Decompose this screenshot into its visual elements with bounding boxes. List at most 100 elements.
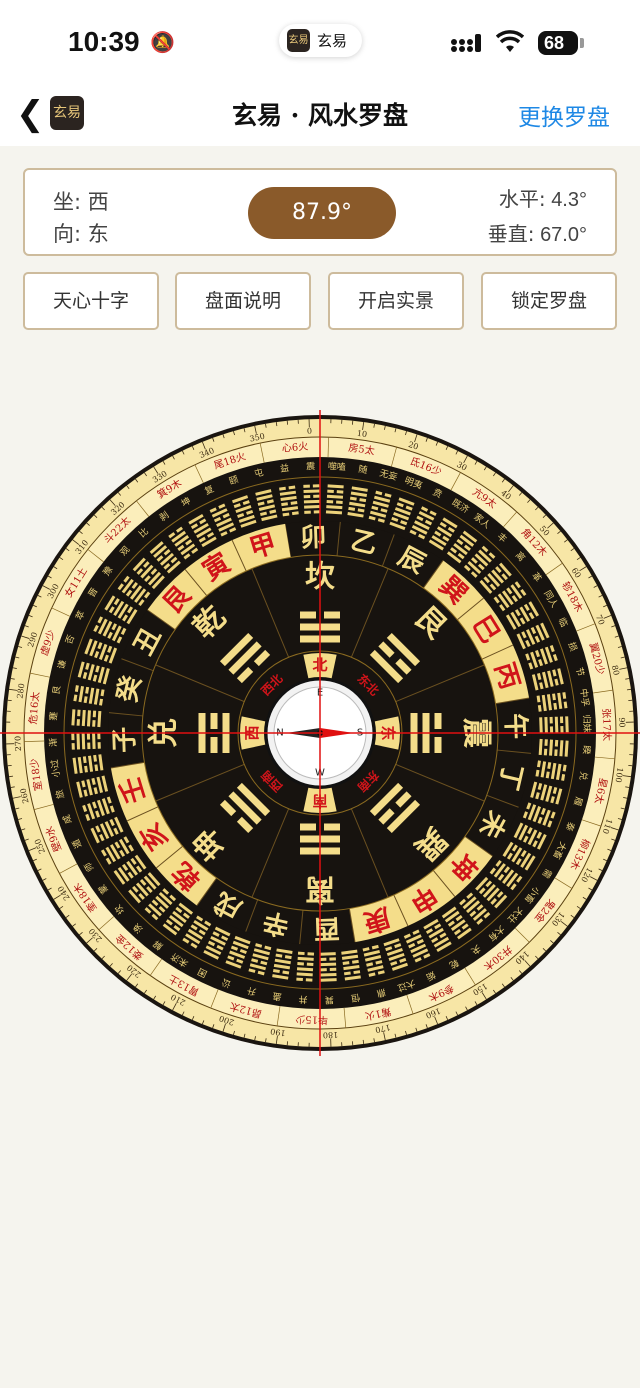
battery-cap [580,38,584,48]
yin-bar [87,742,91,750]
luopan-compass[interactable]: 0 102030405060708090100110120130140150160… [0,410,640,1056]
hexagram-line [539,717,543,734]
battery-icon: 68 [538,31,578,55]
yin-bar [307,952,315,956]
hexagram-line [320,972,337,977]
yin-bar [297,962,304,966]
hexagram-name: 归妹 [581,714,594,732]
heading-badge: 87.9° [248,187,396,239]
yin-bar [554,739,559,747]
yin-bar [336,490,344,494]
degree-label: 270 [13,736,23,752]
lock-compass-button[interactable]: 锁定罗盘 [481,272,617,330]
yang-bar [565,716,569,733]
hexagram-line [554,716,559,733]
yang-bar [320,962,337,967]
sit-value: 西 [87,190,109,214]
hexagram-name: 蛊 [272,990,283,1002]
cellular-signal-icon [451,34,481,52]
action-buttons: 天心十字 盘面说明 开启实景 锁定罗盘 [23,272,617,330]
level-value: 4.3° [551,189,587,211]
yin-bar [434,713,442,729]
back-icon[interactable]: ❮ [16,94,45,134]
yin-bar [313,494,320,498]
yin-bar [329,957,336,961]
reading-card: 坐: 西 向: 东 87.9° 水平: 4.3° 垂直: 67.0° [23,168,617,256]
live-view-button[interactable]: 开启实景 [328,272,464,330]
status-time: 10:39 [68,26,140,57]
yin-bar [77,709,81,717]
yang-bar [81,733,86,750]
yang-bar [303,499,320,504]
yang-bar [92,732,96,749]
mountain-label: 酉 [313,912,340,943]
degree-label: 90 [617,717,626,727]
yin-bar [320,968,327,972]
mansion-label: 心6火 [281,440,308,454]
yin-bar [559,716,564,724]
yin-bar [306,962,314,967]
mountain-label: 卯 [300,523,327,554]
hexagram-name: 井 [298,993,308,1006]
status-bar: 10:39 🔕 玄易 玄易 68 [0,0,640,86]
yin-bar [543,748,548,756]
hexagram-line [544,717,548,734]
degree-label: 180 [323,1030,339,1040]
face-label: 向: [53,222,82,246]
bell-muted-icon: 🔕 [150,30,175,54]
crosshair-button[interactable]: 天心十字 [23,272,159,330]
mountain-label: 子 [110,726,141,753]
yin-bar [296,977,303,982]
yin-bar [97,742,101,749]
yang-bar [539,717,543,734]
yang-bar [554,716,559,733]
nav-bar: ❮ 玄易 玄易 · 风水罗盘 更换罗盘 [0,86,640,146]
hexagram-line [81,733,86,750]
yin-bar [434,737,442,753]
dial-explanation-button[interactable]: 盘面说明 [175,272,311,330]
yang-bar [304,505,321,509]
yin-bar [210,713,218,729]
mansion-label: 张17太 [600,708,614,741]
vertical-label: 垂直: [487,222,535,246]
change-compass-button[interactable]: 更换罗盘 [518,98,610,132]
yin-bar [329,967,337,972]
yin-bar [324,611,340,619]
yin-bar [210,737,218,753]
mansion-label: 毕15少 [295,1013,328,1027]
yin-bar [319,957,327,961]
face-value: 东 [87,222,109,246]
degree-tick [275,422,278,427]
yin-bar [86,733,91,740]
hexagram-name: 睽 [580,745,593,755]
degree-tick [626,688,631,691]
degree-label: 0 [307,427,312,436]
yang-bar [319,952,336,956]
app-logo: 玄易 [50,96,84,130]
yin-bar [544,739,548,746]
yin-bar [300,823,316,831]
vertical-value: 67.0° [540,224,587,246]
dynamic-island-app[interactable]: 玄易 玄易 [279,24,362,57]
app-logo-icon: 玄易 [287,29,310,52]
yin-bar [560,726,564,733]
yin-bar [304,510,311,514]
hexagram-name: 艮 [51,685,63,696]
hexagram-line [303,499,320,504]
yin-bar [326,499,334,504]
yin-bar [549,716,553,724]
hexagram-line [320,978,337,982]
yang-bar [320,978,337,982]
yin-bar [300,611,316,619]
yin-bar [312,484,320,488]
yin-bar [327,489,334,493]
degree-tick [362,1039,365,1044]
yin-bar [76,719,80,726]
yin-bar [92,720,96,727]
hexagram-line [320,962,337,967]
yin-bar [303,494,311,499]
hexagram-line [319,952,336,956]
hexagram-name: 震 [306,461,315,472]
yin-bar [303,484,310,488]
hexagram-name: 渐 [47,738,59,747]
